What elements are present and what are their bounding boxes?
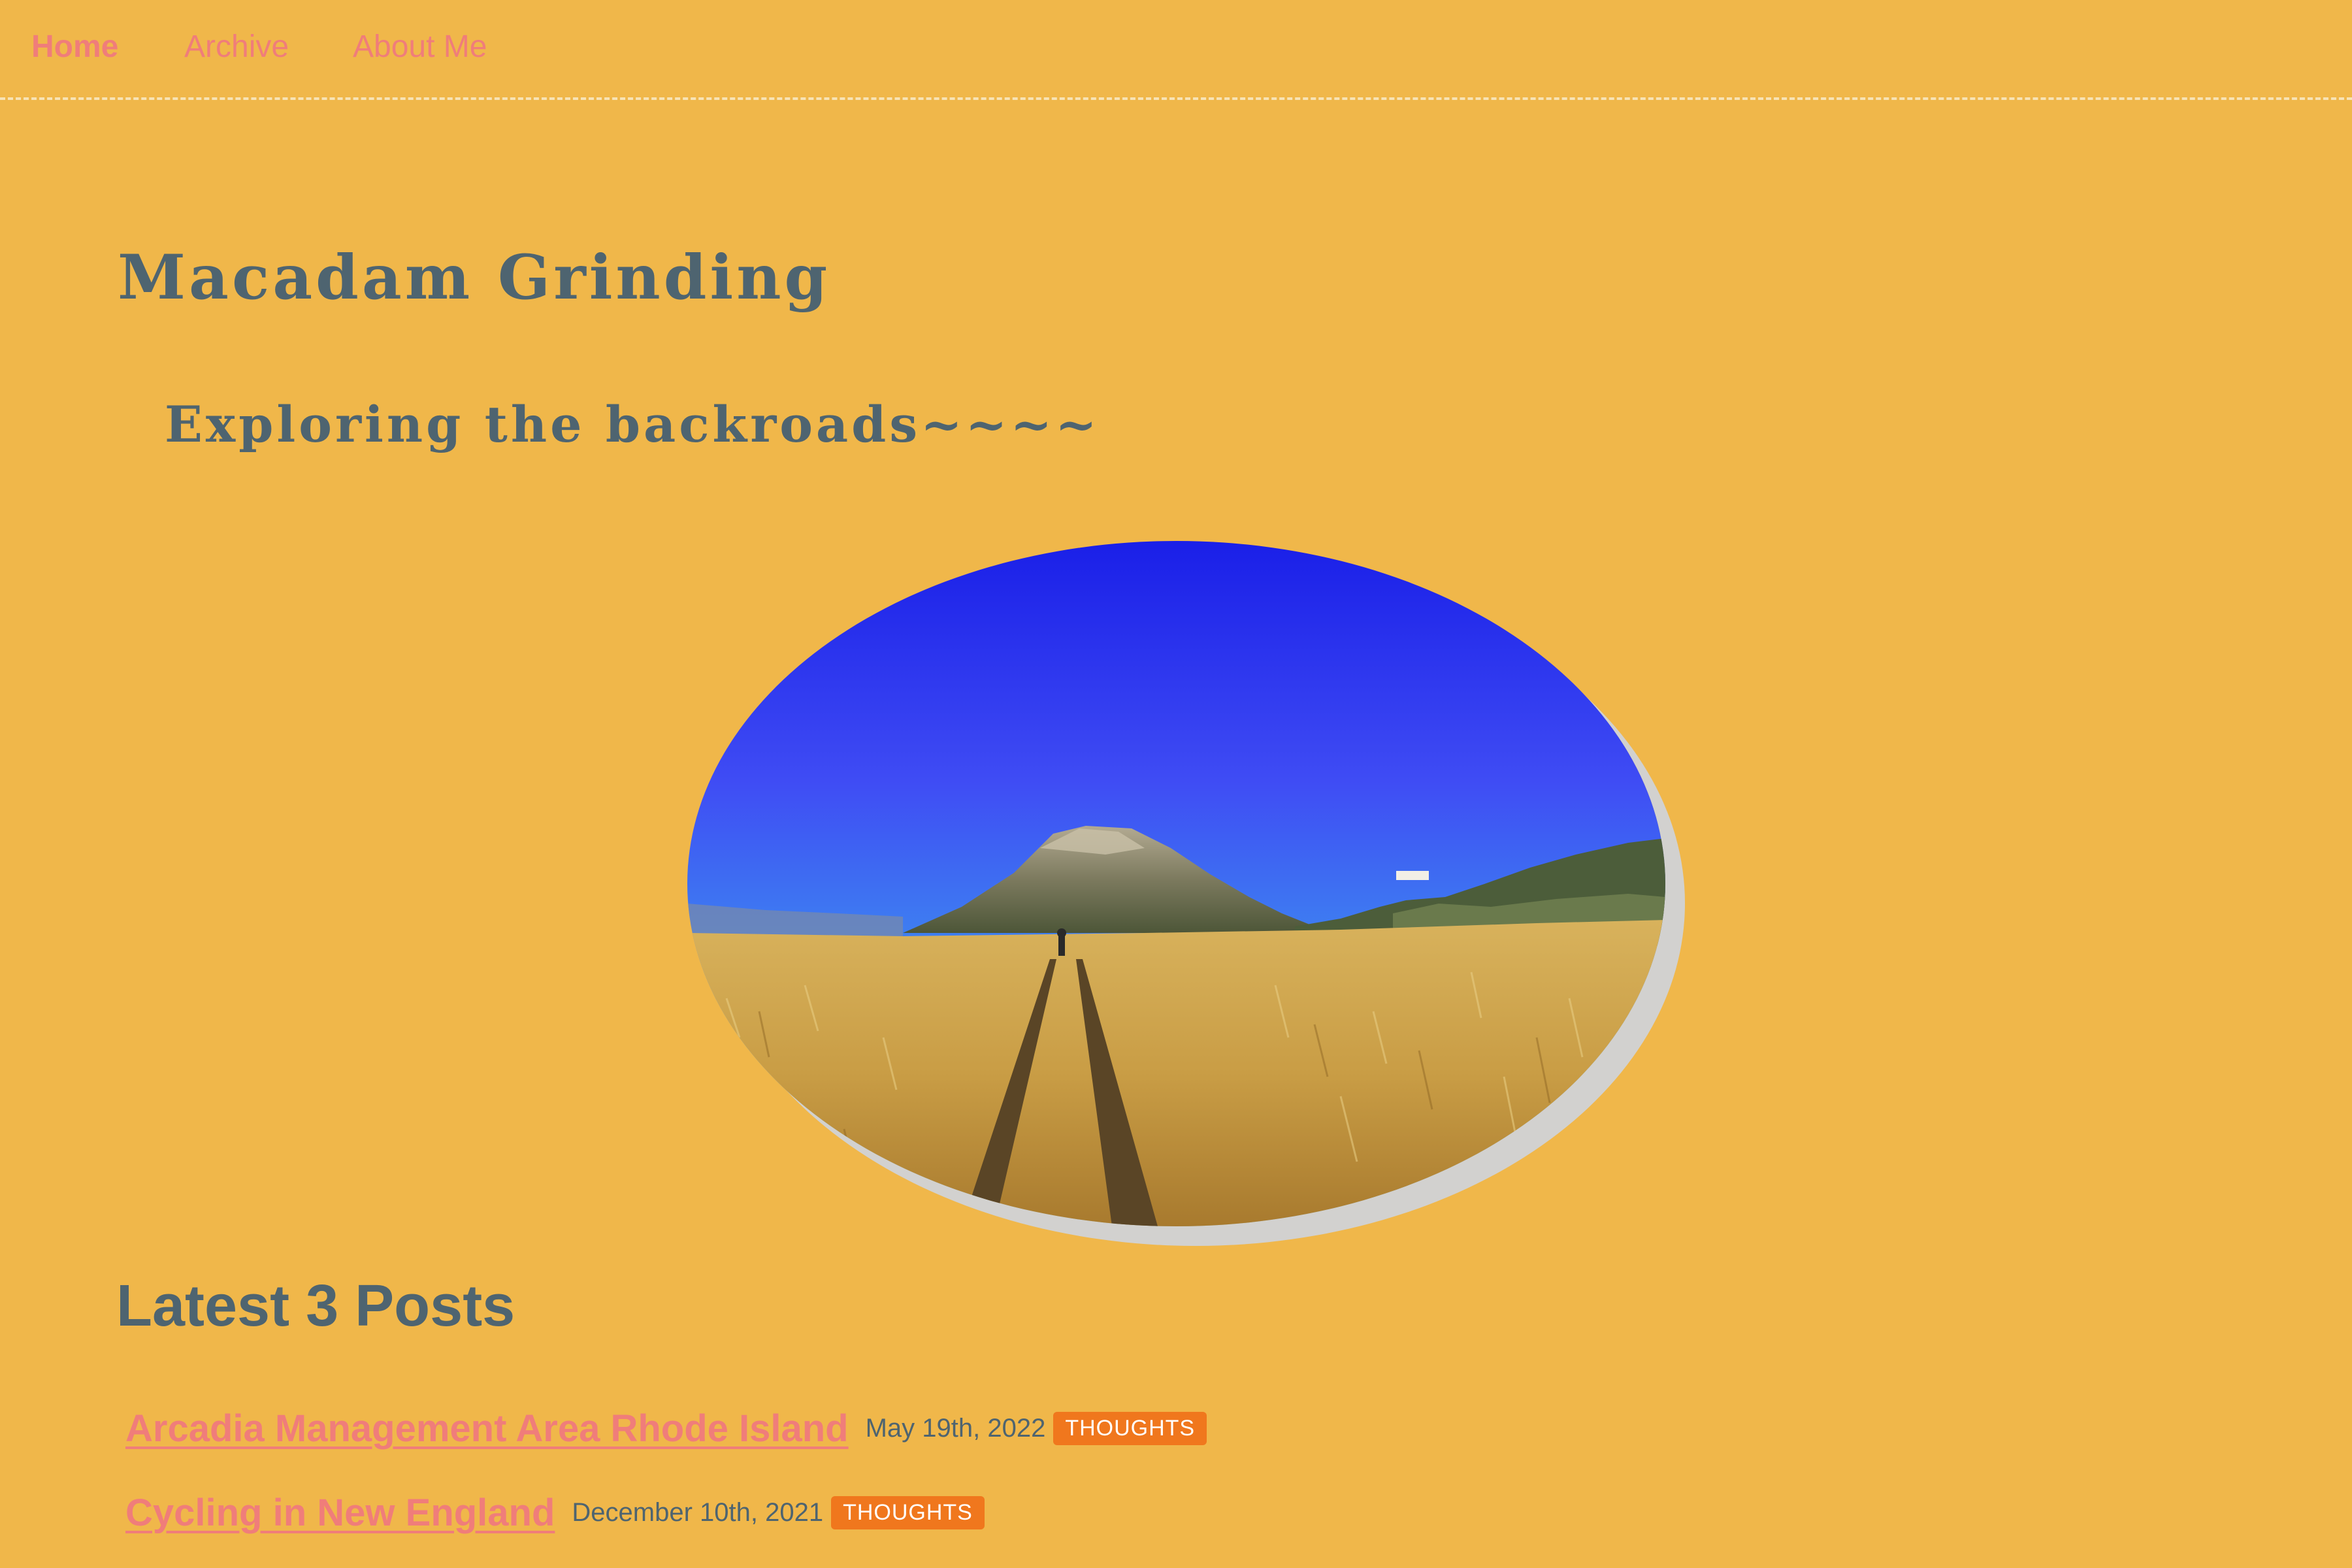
nav-about-me-link[interactable]: About Me <box>353 29 487 65</box>
post-tag-badge[interactable]: THOUGHTS <box>831 1495 985 1529</box>
post-list-item: Cycling in New England December 10th, 20… <box>125 1486 985 1539</box>
post-date: May 19th, 2022 <box>865 1413 1046 1443</box>
post-list-item: Arcadia Management Area Rhode Island May… <box>125 1402 1207 1454</box>
nav-archive-link[interactable]: Archive <box>184 29 289 65</box>
site-subtitle: Exploring the backroads~~~~ <box>165 395 1100 453</box>
post-title-link[interactable]: Cycling in New England <box>125 1491 555 1535</box>
landscape-photo <box>687 541 1665 1226</box>
site-title: Macadam Grinding <box>118 242 831 314</box>
nav-home-link[interactable]: Home <box>31 29 118 65</box>
post-tag-badge[interactable]: THOUGHTS <box>1053 1411 1207 1445</box>
hero-image <box>687 541 1665 1226</box>
post-date: December 10th, 2021 <box>572 1497 824 1527</box>
latest-posts-heading: Latest 3 Posts <box>116 1273 515 1339</box>
post-title-link[interactable]: Arcadia Management Area Rhode Island <box>125 1407 849 1450</box>
top-navigation: Home Archive About Me <box>0 0 2352 100</box>
